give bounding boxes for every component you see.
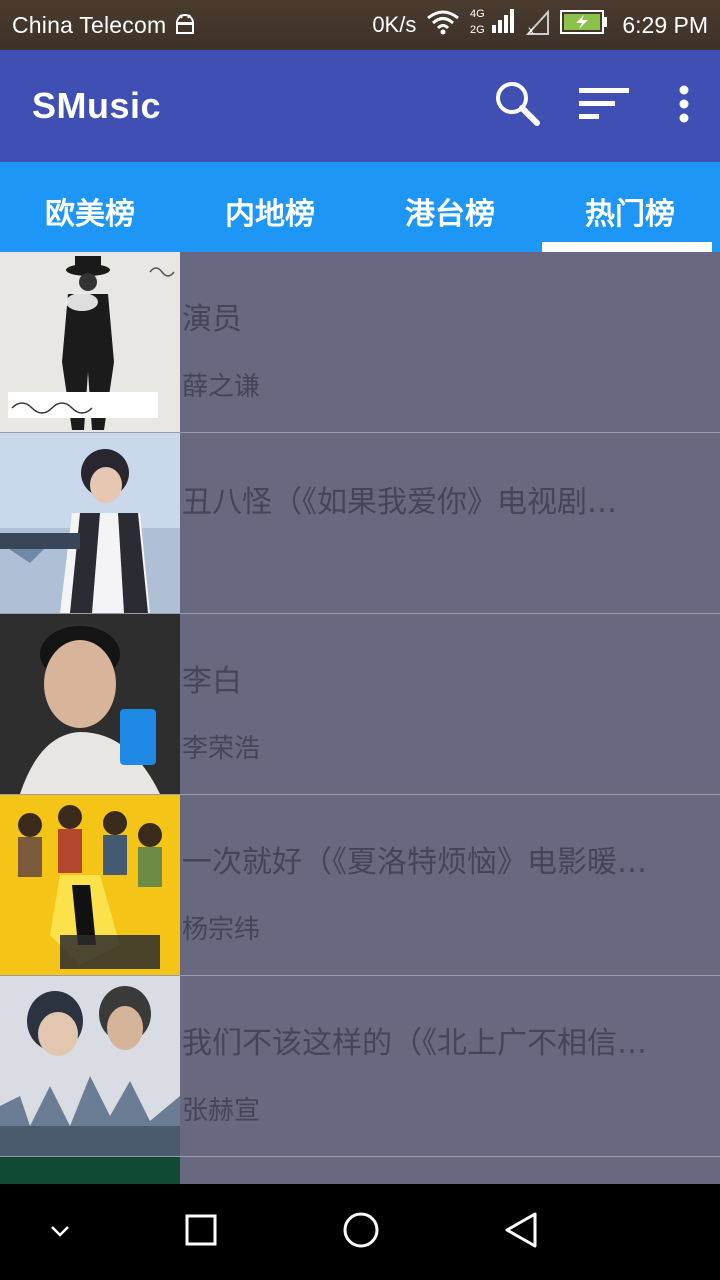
tab-mainland-chart[interactable]: 内地榜: [180, 162, 360, 252]
song-title: 我们不该这样的（《北上广不相信…: [182, 1026, 647, 1061]
album-cover: [0, 795, 180, 975]
net-speed: 0K/s: [372, 12, 417, 37]
song-artist: 薛之谦: [182, 372, 261, 402]
search-icon: [493, 79, 543, 133]
album-cover: [0, 252, 180, 432]
network-label-2g: 2G: [470, 24, 485, 36]
network-label-4g: 4G: [470, 8, 485, 20]
screen: China Telecom 0K/s 4G 2G x 6:29 PM SMusi…: [0, 0, 720, 1280]
sort-button[interactable]: [564, 66, 644, 146]
app-bar: SMusic: [0, 50, 720, 162]
song-list[interactable]: 演员 薛之谦 丑八怪（《如果我爱你》电视剧… 李白 李荣浩 一次就好（《夏洛特烦…: [0, 252, 720, 1184]
song-artist: 张赫宣: [182, 1096, 261, 1126]
back-icon: [503, 1211, 539, 1253]
recents-icon: [184, 1213, 218, 1251]
home-icon: [342, 1211, 380, 1253]
more-options-button[interactable]: [648, 66, 720, 146]
tab-label: 内地榜: [225, 197, 315, 232]
svg-text:x: x: [528, 23, 534, 36]
hide-keyboard-icon: [49, 1223, 71, 1242]
tab-label: 港台榜: [405, 197, 495, 232]
signal-icon: 4G 2G: [470, 5, 516, 45]
album-cover: [0, 614, 180, 794]
tab-hot-chart[interactable]: 热门榜: [540, 162, 720, 252]
album-cover: [0, 976, 180, 1156]
album-cover: [0, 433, 180, 613]
list-item[interactable]: [0, 1157, 720, 1184]
wifi-icon: [426, 9, 460, 41]
selected-tab-indicator: [542, 242, 712, 252]
tab-label: 欧美榜: [45, 197, 135, 232]
song-artist: 杨宗纬: [182, 915, 261, 945]
battery-charging-icon: [560, 9, 608, 41]
home-button[interactable]: [301, 1184, 421, 1280]
hide-keyboard-button[interactable]: [0, 1184, 120, 1280]
list-item[interactable]: 一次就好（《夏洛特烦恼》电影暖… 杨宗纬: [0, 795, 720, 976]
tab-label: 热门榜: [585, 197, 675, 232]
system-nav-bar: [0, 1184, 720, 1280]
back-button[interactable]: [461, 1184, 581, 1280]
tab-hk-taiwan-chart[interactable]: 港台榜: [360, 162, 540, 252]
more-vert-icon: [678, 85, 690, 127]
list-item[interactable]: 丑八怪（《如果我爱你》电视剧…: [0, 433, 720, 614]
status-bar: China Telecom 0K/s 4G 2G x 6:29 PM: [0, 0, 720, 50]
search-button[interactable]: [478, 66, 558, 146]
android-icon: [172, 13, 198, 37]
chart-tabs: 欧美榜 内地榜 港台榜 热门榜: [0, 162, 720, 252]
song-title: 丑八怪（《如果我爱你》电视剧…: [182, 485, 617, 520]
no-sim-signal-icon: x: [526, 8, 550, 42]
app-title: SMusic: [32, 85, 162, 126]
tab-western-chart[interactable]: 欧美榜: [0, 162, 180, 252]
album-cover: [0, 1157, 180, 1184]
list-item[interactable]: 演员 薛之谦: [0, 252, 720, 433]
list-item[interactable]: 李白 李荣浩: [0, 614, 720, 795]
song-artist: 李荣浩: [182, 734, 261, 764]
sort-icon: [577, 84, 631, 128]
song-title: 李白: [182, 664, 242, 699]
clock: 6:29 PM: [622, 11, 708, 38]
carrier-name: China Telecom: [12, 11, 167, 38]
song-title: 一次就好（《夏洛特烦恼》电影暖…: [182, 845, 647, 880]
song-title: 演员: [182, 302, 242, 337]
recents-button[interactable]: [141, 1184, 261, 1280]
list-item[interactable]: 我们不该这样的（《北上广不相信… 张赫宣: [0, 976, 720, 1157]
